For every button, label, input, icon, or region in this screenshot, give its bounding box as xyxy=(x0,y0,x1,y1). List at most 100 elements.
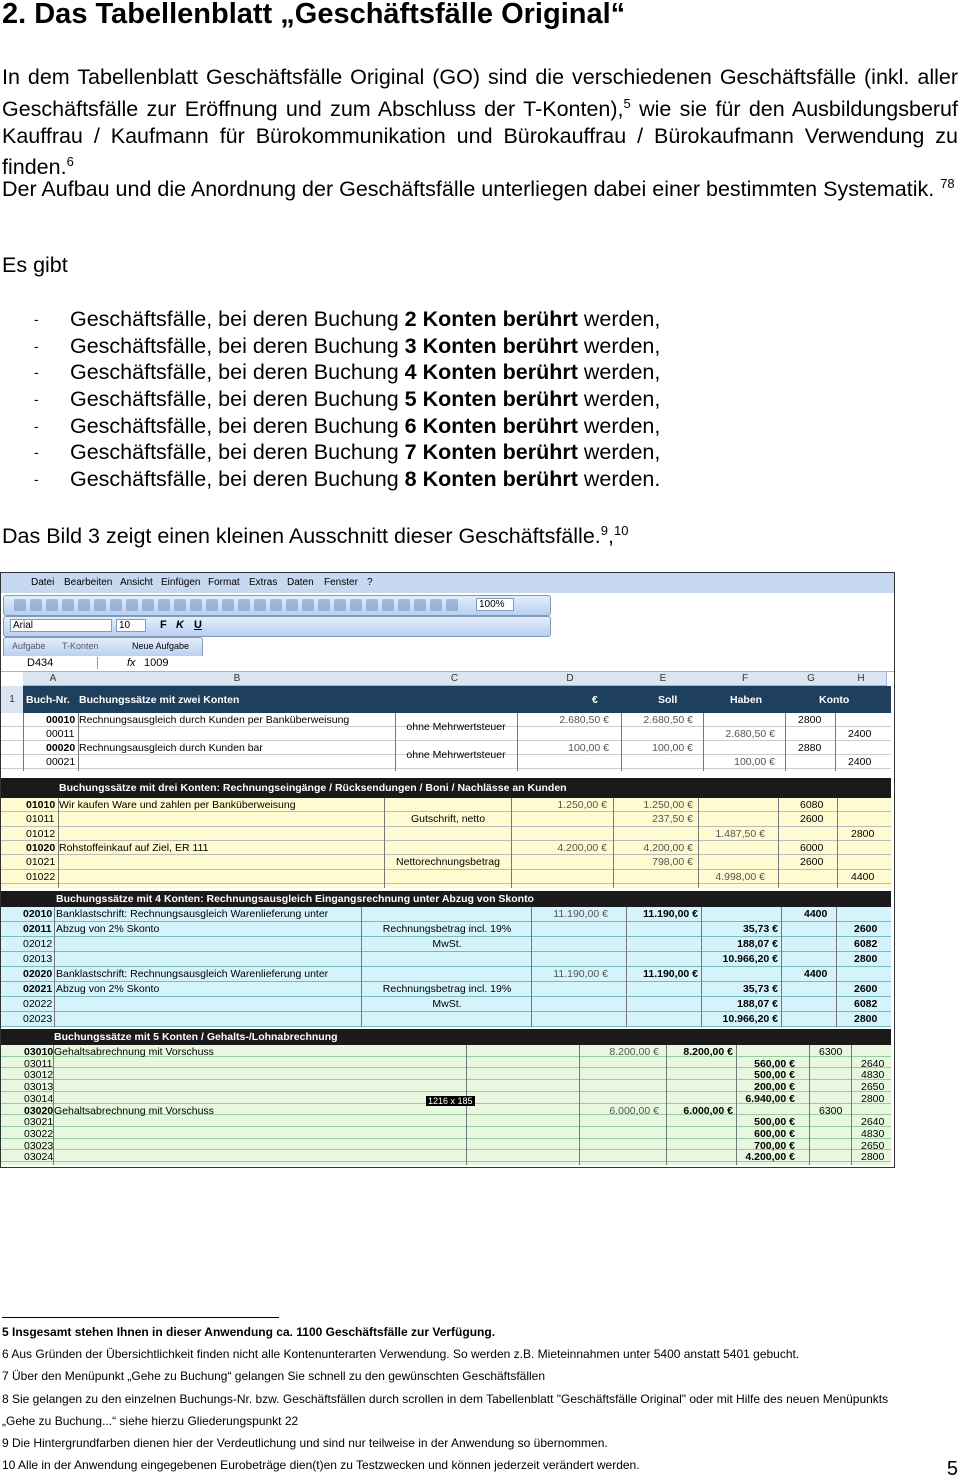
toolbar-icon[interactable] xyxy=(350,599,362,611)
menu-item-ansicht[interactable]: Ansicht xyxy=(120,577,153,588)
menu-item-daten[interactable]: Daten xyxy=(287,577,314,588)
haben-cell[interactable]: 10.966,20 € xyxy=(706,1013,778,1026)
konto-haben-cell[interactable]: 2800 xyxy=(861,1093,884,1106)
konto-haben-cell[interactable]: 2800 xyxy=(861,1151,884,1164)
row-header[interactable]: 1 xyxy=(1,686,23,714)
buchungstext-cell[interactable]: Rechnungsausgleich durch Kunden bar xyxy=(79,742,263,755)
column-header-a[interactable]: A xyxy=(23,672,84,686)
note-cell[interactable]: Rechnungsbetrag incl. 19% xyxy=(363,923,531,936)
name-box[interactable]: D434 xyxy=(27,657,98,669)
bold-icon[interactable]: F xyxy=(160,619,167,631)
column-header-h[interactable]: H xyxy=(836,672,887,686)
toolbar-icon[interactable] xyxy=(414,599,426,611)
konto-soll-cell[interactable]: 2800 xyxy=(798,714,821,727)
toolbar-icon[interactable] xyxy=(366,599,378,611)
soll-cell[interactable]: 798,00 € xyxy=(621,856,693,869)
konto-soll-cell[interactable]: 2600 xyxy=(800,856,823,869)
buch-nr-cell[interactable]: 01010 xyxy=(26,799,55,812)
buchungstext-cell[interactable]: Wir kaufen Ware und zahlen per Banküberw… xyxy=(59,799,296,812)
toolbar-icon[interactable] xyxy=(446,599,458,611)
haben-cell[interactable]: 4.998,00 € xyxy=(693,871,765,884)
buch-nr-cell[interactable]: 00021 xyxy=(46,756,75,769)
italic-icon[interactable]: K xyxy=(176,619,184,631)
haben-cell[interactable]: 35,73 € xyxy=(706,923,778,936)
toolbar-icon[interactable] xyxy=(318,599,330,611)
buchungstext-cell[interactable]: Gehaltsabrechnung mit Vorschuss xyxy=(54,1105,214,1118)
haben-cell[interactable]: 188,07 € xyxy=(706,938,778,951)
formula-input[interactable]: 1009 xyxy=(144,657,168,669)
konto-soll-cell[interactable]: 6080 xyxy=(800,799,823,812)
buch-nr-cell[interactable]: 02011 xyxy=(23,923,52,936)
neue-aufgabe-button[interactable]: Neue Aufgabe xyxy=(132,641,189,651)
toolbar-icon[interactable] xyxy=(382,599,394,611)
buch-nr-cell[interactable]: 02012 xyxy=(23,938,52,951)
toolbar-icon[interactable] xyxy=(270,599,282,611)
note-cell[interactable]: ohne Mehrwertsteuer xyxy=(396,721,516,734)
zoom-select[interactable]: 100% xyxy=(476,598,514,611)
konto-soll-cell[interactable]: 6300 xyxy=(819,1105,842,1118)
buch-nr-cell[interactable]: 01020 xyxy=(26,842,55,855)
amount-cell[interactable]: 1.250,00 € xyxy=(517,799,607,812)
konto-haben-cell[interactable]: 2400 xyxy=(848,756,871,769)
amount-cell[interactable]: 2.680,50 € xyxy=(519,714,609,727)
toolbar-icon[interactable] xyxy=(254,599,266,611)
buch-nr-cell[interactable]: 01012 xyxy=(26,828,55,841)
buch-nr-cell[interactable]: 02022 xyxy=(23,998,52,1011)
toolbar-icon[interactable] xyxy=(302,599,314,611)
menu-item-einfgen[interactable]: Einfügen xyxy=(161,577,200,588)
soll-cell[interactable]: 11.190,00 € xyxy=(626,908,698,921)
toolbar-icon[interactable] xyxy=(126,599,138,611)
toolbar-icon[interactable] xyxy=(430,599,442,611)
buch-nr-cell[interactable]: 00020 xyxy=(46,742,75,755)
amount-cell[interactable]: 6.000,00 € xyxy=(569,1105,659,1118)
column-header-c[interactable]: C xyxy=(391,672,519,686)
konto-haben-cell[interactable]: 6082 xyxy=(854,938,877,951)
soll-cell[interactable]: 1.250,00 € xyxy=(621,799,693,812)
toolbar-icon[interactable] xyxy=(62,599,74,611)
menu-item-fenster[interactable]: Fenster xyxy=(324,577,358,588)
toolbar-icon[interactable] xyxy=(174,599,186,611)
menu-item-datei[interactable]: Datei xyxy=(31,577,54,588)
note-cell[interactable]: Nettorechnungsbetrag xyxy=(384,856,512,869)
soll-cell[interactable]: 237,50 € xyxy=(621,813,693,826)
konto-haben-cell[interactable]: 2600 xyxy=(854,983,877,996)
konto-haben-cell[interactable]: 6082 xyxy=(854,998,877,1011)
haben-cell[interactable]: 35,73 € xyxy=(706,983,778,996)
toolbar-icon[interactable] xyxy=(158,599,170,611)
buchungstext-cell[interactable]: Rechnungsausgleich durch Kunden per Bank… xyxy=(79,714,349,727)
buch-nr-cell[interactable]: 01021 xyxy=(26,856,55,869)
toolbar-icon[interactable] xyxy=(142,599,154,611)
buchungstext-cell[interactable]: Banklastschrift: Rechnungsausgleich Ware… xyxy=(56,968,328,981)
toolbar-icon[interactable] xyxy=(222,599,234,611)
haben-cell[interactable]: 2.680,50 € xyxy=(703,728,775,741)
konto-soll-cell[interactable]: 2600 xyxy=(800,813,823,826)
konto-haben-cell[interactable]: 2800 xyxy=(854,953,877,966)
soll-cell[interactable]: 11.190,00 € xyxy=(626,968,698,981)
buchungstext-cell[interactable]: Gehaltsabrechnung mit Vorschuss xyxy=(54,1046,214,1059)
konto-haben-cell[interactable]: 2400 xyxy=(848,728,871,741)
soll-cell[interactable]: 100,00 € xyxy=(621,742,693,755)
konto-haben-cell[interactable]: 2800 xyxy=(854,1013,877,1026)
haben-cell[interactable]: 100,00 € xyxy=(703,756,775,769)
column-header-d[interactable]: D xyxy=(518,672,623,686)
buchungstext-cell[interactable]: Rohstoffeinkauf auf Ziel, ER 111 xyxy=(59,842,208,855)
toolbar-icon[interactable] xyxy=(78,599,90,611)
soll-cell[interactable]: 2.680,50 € xyxy=(621,714,693,727)
column-header-f[interactable]: F xyxy=(704,672,787,686)
underline-icon[interactable]: U xyxy=(194,619,202,631)
amount-cell[interactable]: 8.200,00 € xyxy=(569,1046,659,1059)
toolbar-icon[interactable] xyxy=(94,599,106,611)
konto-soll-cell[interactable]: 4400 xyxy=(804,908,827,921)
konto-soll-cell[interactable]: 2880 xyxy=(798,742,821,755)
note-cell[interactable]: Gutschrift, netto xyxy=(384,813,512,826)
buch-nr-cell[interactable]: 01022 xyxy=(26,871,55,884)
soll-cell[interactable]: 4.200,00 € xyxy=(621,842,693,855)
toolbar-icon[interactable] xyxy=(30,599,42,611)
column-header-b[interactable]: B xyxy=(83,672,392,686)
buch-nr-cell[interactable]: 02023 xyxy=(23,1013,52,1026)
note-cell[interactable]: ohne Mehrwertsteuer xyxy=(396,749,516,762)
toolbar-icon[interactable] xyxy=(14,599,26,611)
buch-nr-cell[interactable]: 02020 xyxy=(23,968,52,981)
buch-nr-cell[interactable]: 00010 xyxy=(46,714,75,727)
menu-item-bearbeiten[interactable]: Bearbeiten xyxy=(64,577,112,588)
